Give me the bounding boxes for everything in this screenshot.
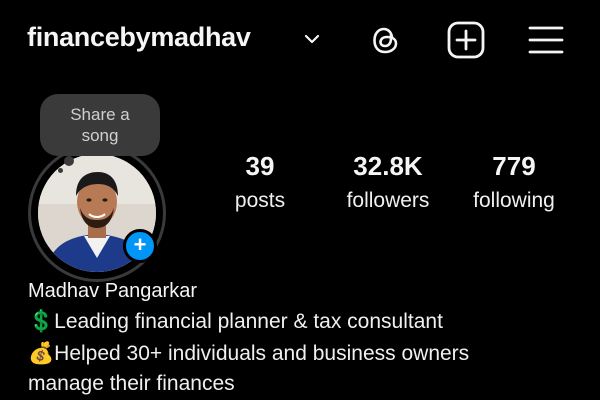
note-text-line2: song	[81, 126, 119, 145]
posts-count: 39	[245, 151, 275, 181]
profile-screen: financebymadhav + Share a song 39 posts …	[0, 0, 600, 400]
note-bubble[interactable]: Share a song	[40, 94, 160, 156]
followers-stat[interactable]: 32.8K followers	[330, 150, 446, 214]
bio-line: 💲Leading financial planner & tax consult…	[28, 310, 443, 333]
followers-count: 32.8K	[353, 151, 423, 181]
username-title[interactable]: financebymadhav	[27, 22, 251, 53]
add-story-button[interactable]: +	[123, 229, 157, 263]
add-post-icon[interactable]	[446, 20, 486, 60]
menu-icon[interactable]	[526, 20, 566, 60]
note-text-line1: Share a	[70, 105, 130, 124]
threads-icon[interactable]	[366, 20, 406, 60]
followers-label: followers	[346, 189, 430, 212]
posts-label: posts	[234, 189, 286, 212]
display-name: Madhav Pangarkar	[28, 280, 197, 302]
posts-stat[interactable]: 39 posts	[222, 150, 298, 214]
following-label: following	[473, 189, 555, 212]
chevron-down-icon[interactable]	[302, 30, 322, 48]
bio-line: 💰Helped 30+ individuals and business own…	[28, 342, 470, 365]
following-stat[interactable]: 779 following	[458, 150, 570, 214]
bio-line: manage their finances	[28, 372, 235, 395]
note-tail-dot-small	[58, 168, 63, 173]
following-count: 779	[492, 151, 536, 181]
note-tail-dot	[64, 156, 74, 166]
